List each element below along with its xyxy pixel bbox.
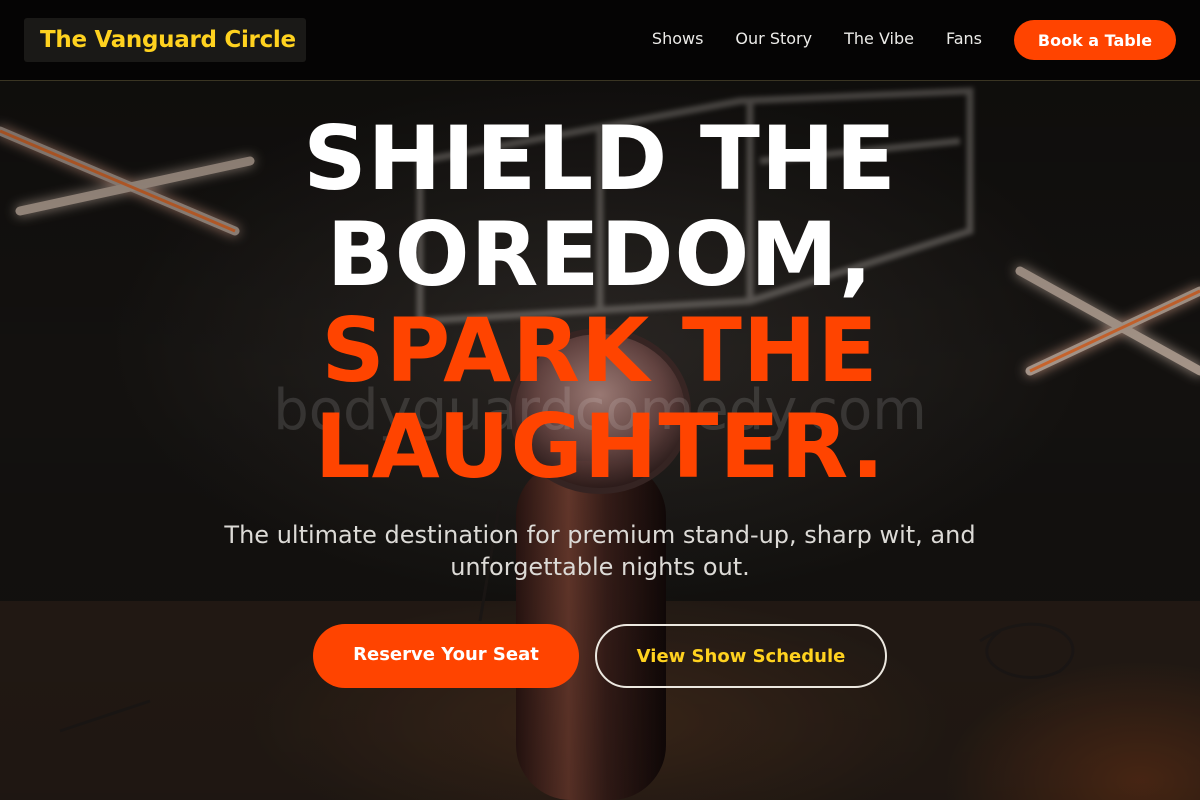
headline-line-4: LAUGHTER. [314,395,886,498]
hero-headline: SHIELD THE BOREDOM, SPARK THE LAUGHTER. [0,111,1200,495]
book-table-button[interactable]: Book a Table [1014,20,1176,60]
nav-link-shows[interactable]: Shows [652,28,704,50]
subtitle-line-2: unforgettable nights out. [450,553,750,581]
nav-link-our-story[interactable]: Our Story [735,28,812,50]
headline-line-2: BOREDOM, [326,203,874,306]
headline-line-1: SHIELD THE [303,107,897,210]
top-navbar: The Vanguard Circle Shows Our Story The … [0,0,1200,81]
hero-subtitle: The ultimate destination for premium sta… [200,519,1000,583]
view-schedule-button[interactable]: View Show Schedule [595,624,887,688]
nav-links: Shows Our Story The Vibe Fans [652,28,982,50]
headline-line-3: SPARK THE [321,299,879,402]
subtitle-line-1: The ultimate destination for premium sta… [224,521,976,549]
brand-logo[interactable]: The Vanguard Circle [24,18,306,62]
nav-link-the-vibe[interactable]: The Vibe [844,28,914,50]
nav-link-fans[interactable]: Fans [946,28,982,50]
reserve-seat-button[interactable]: Reserve Your Seat [313,624,579,688]
